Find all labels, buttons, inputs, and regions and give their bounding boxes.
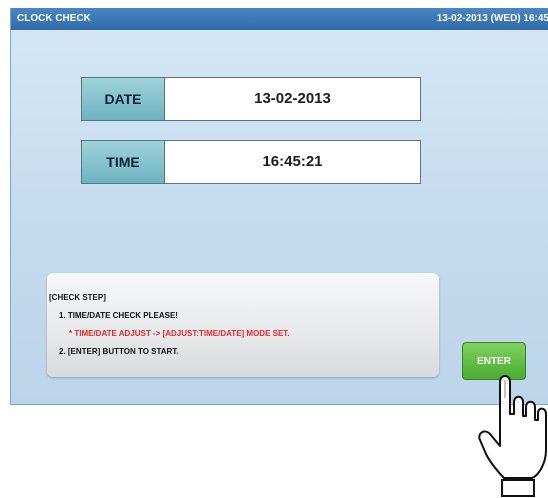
adjust-warning: * TIME/DATE ADJUST -> [ADJUST:TIME/DATE]… — [69, 329, 290, 338]
screen-title: CLOCK CHECK — [17, 13, 91, 24]
date-value: 13-02-2013 — [254, 90, 331, 107]
hand-pointer-icon — [478, 375, 547, 497]
check-step-2: 2. [ENTER] BUTTON TO START. — [59, 347, 179, 356]
check-step-message: [CHECK STEP] 1. TIME/DATE CHECK PLEASE! … — [47, 273, 439, 377]
date-field: DATE 13-02-2013 — [81, 77, 421, 121]
check-step-heading: [CHECK STEP] — [49, 293, 106, 302]
time-field: TIME 16:45:21 — [81, 140, 421, 184]
clock-readout: 13-02-2013 (WED) 16:45 — [436, 13, 548, 24]
time-value: 16:45:21 — [262, 153, 323, 170]
date-label: DATE — [82, 78, 165, 120]
time-label: TIME — [82, 141, 165, 183]
title-bar: CLOCK CHECK 13-02-2013 (WED) 16:45 — [11, 8, 548, 30]
check-step-1: 1. TIME/DATE CHECK PLEASE! — [59, 311, 178, 320]
